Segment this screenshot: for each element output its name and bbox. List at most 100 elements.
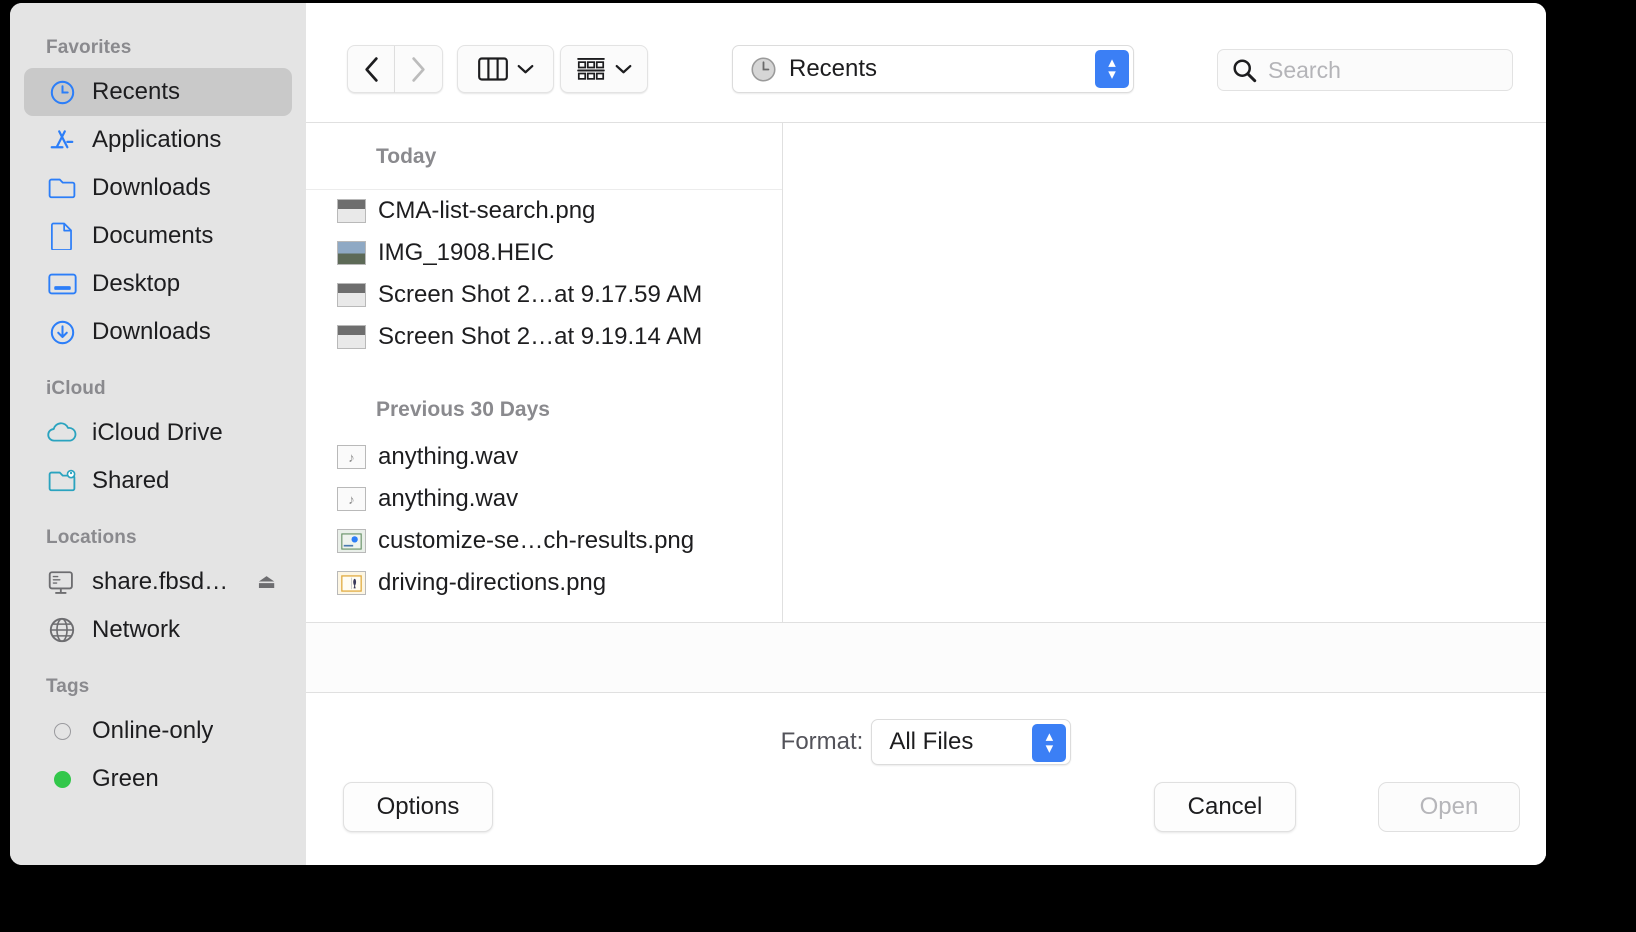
audio-file-icon: ♪ bbox=[337, 445, 366, 469]
sidebar-item-downloads-folder[interactable]: Downloads bbox=[24, 164, 292, 212]
cloud-icon bbox=[46, 418, 78, 448]
sidebar-group-title: Tags bbox=[46, 676, 90, 697]
image-thumbnail-icon bbox=[337, 571, 366, 595]
clock-icon bbox=[46, 77, 78, 107]
preview-column bbox=[783, 123, 1546, 622]
sidebar-item-label: Downloads bbox=[92, 174, 211, 201]
list-item[interactable]: IMG_1908.HEIC bbox=[306, 232, 782, 274]
open-button[interactable]: Open bbox=[1378, 782, 1520, 832]
file-name: Screen Shot 2…at 9.19.14 AM bbox=[378, 323, 703, 350]
path-popup-button[interactable]: Recents ▴ ▾ bbox=[732, 45, 1134, 93]
column-view-icon bbox=[477, 56, 508, 82]
status-bar bbox=[306, 623, 1546, 693]
file-browser: Today CMA-list-search.png IMG_1908.HEIC … bbox=[306, 123, 1546, 623]
format-stepper[interactable]: ▴ ▾ bbox=[1032, 724, 1067, 762]
view-mode-button[interactable] bbox=[457, 45, 554, 93]
sidebar-item-label: Green bbox=[92, 765, 159, 792]
tag-dot-green-icon bbox=[46, 764, 78, 794]
section-header-today: Today bbox=[306, 123, 782, 190]
server-icon bbox=[46, 567, 78, 597]
sidebar-item-label: Documents bbox=[92, 222, 214, 249]
sidebar-item-icloud-drive[interactable]: iCloud Drive bbox=[24, 409, 292, 457]
sidebar-item-label: Desktop bbox=[92, 270, 181, 297]
file-name: Screen Shot 2…at 9.17.59 AM bbox=[378, 281, 703, 308]
sidebar-item-label: Downloads bbox=[92, 318, 211, 345]
search-icon bbox=[1232, 58, 1257, 83]
clock-icon bbox=[750, 56, 777, 83]
list-item[interactable]: Screen Shot 2…at 9.19.14 AM bbox=[306, 316, 782, 358]
sidebar-item-share-fbsd[interactable]: share.fbsd… ⏏ bbox=[24, 558, 292, 606]
search-field[interactable]: Search bbox=[1217, 49, 1513, 91]
image-thumbnail-icon bbox=[337, 529, 366, 553]
dialog-footer: Format: All Files ▴ ▾ Options Cancel Ope… bbox=[306, 693, 1546, 864]
list-item[interactable]: Screen Shot 2…at 9.17.59 AM bbox=[306, 274, 782, 316]
cancel-button[interactable]: Cancel bbox=[1154, 782, 1296, 832]
file-name: driving-directions.png bbox=[378, 569, 607, 596]
format-row: Format: All Files ▴ ▾ bbox=[306, 693, 1546, 765]
sidebar-item-downloads[interactable]: Downloads bbox=[24, 308, 292, 356]
search-placeholder: Search bbox=[1268, 56, 1341, 83]
group-by-icon bbox=[576, 56, 606, 82]
download-icon bbox=[46, 317, 78, 347]
sidebar-item-label: Applications bbox=[92, 126, 222, 153]
chevron-left-icon bbox=[363, 56, 380, 83]
network-icon bbox=[46, 615, 78, 645]
list-item[interactable]: driving-directions.png bbox=[306, 562, 782, 604]
list-item[interactable]: ♪ anything.wav bbox=[306, 478, 782, 520]
screenshot-thumbnail-icon bbox=[337, 199, 366, 223]
file-name: anything.wav bbox=[378, 485, 519, 512]
sidebar-item-label: share.fbsd… bbox=[92, 568, 229, 595]
screenshot-thumbnail-icon bbox=[337, 283, 366, 307]
path-stepper[interactable]: ▴ ▾ bbox=[1095, 50, 1129, 88]
sidebar-group-title: Locations bbox=[46, 527, 137, 548]
screen: Favorites Recents Applications Downloads… bbox=[0, 0, 1636, 932]
sidebar-item-label: Shared bbox=[92, 467, 170, 494]
folder-icon bbox=[46, 173, 78, 203]
sidebar-item-tag-green[interactable]: Green bbox=[24, 755, 292, 803]
sidebar-group-tags: Tags Online-only Green bbox=[10, 676, 306, 803]
document-icon bbox=[46, 221, 78, 251]
sidebar-item-label: Recents bbox=[92, 78, 181, 105]
section-header-previous-30-days: Previous 30 Days bbox=[376, 398, 550, 421]
sidebar-group-title: iCloud bbox=[46, 378, 106, 399]
chevron-right-icon bbox=[410, 56, 427, 83]
sidebar-group-favorites: Favorites Recents Applications Downloads… bbox=[10, 37, 306, 356]
list-item[interactable]: customize-se…ch-results.png bbox=[306, 520, 782, 562]
sidebar-item-tag-online-only[interactable]: Online-only bbox=[24, 707, 292, 755]
stepper-down-arrow: ▾ bbox=[1045, 740, 1054, 757]
sidebar-item-desktop[interactable]: Desktop bbox=[24, 260, 292, 308]
photo-thumbnail-icon bbox=[337, 241, 366, 265]
options-button[interactable]: Options bbox=[343, 782, 493, 832]
forward-button[interactable] bbox=[395, 45, 443, 93]
sidebar-item-network[interactable]: Network bbox=[24, 606, 292, 654]
main-pane: Recents ▴ ▾ Search Today CMA-list-search… bbox=[306, 3, 1546, 865]
sidebar-item-documents[interactable]: Documents bbox=[24, 212, 292, 260]
chevron-down-icon bbox=[517, 64, 534, 75]
eject-icon[interactable]: ⏏ bbox=[257, 572, 276, 592]
file-name: CMA-list-search.png bbox=[378, 197, 596, 224]
sidebar-group-icloud: iCloud iCloud Drive Shared bbox=[10, 378, 306, 505]
sidebar-item-label: iCloud Drive bbox=[92, 419, 223, 446]
chevron-down-icon bbox=[615, 64, 632, 75]
screenshot-thumbnail-icon bbox=[337, 325, 366, 349]
sidebar-item-applications[interactable]: Applications bbox=[24, 116, 292, 164]
file-list-column[interactable]: Today CMA-list-search.png IMG_1908.HEIC … bbox=[306, 123, 783, 622]
applications-icon bbox=[46, 125, 78, 155]
list-item[interactable]: CMA-list-search.png bbox=[306, 190, 782, 232]
sidebar-item-shared[interactable]: Shared bbox=[24, 457, 292, 505]
format-popup-button[interactable]: All Files ▴ ▾ bbox=[871, 719, 1072, 765]
format-label: Format: bbox=[780, 728, 864, 755]
group-by-button[interactable] bbox=[560, 45, 648, 93]
sidebar: Favorites Recents Applications Downloads… bbox=[10, 3, 306, 865]
back-button[interactable] bbox=[347, 45, 395, 93]
shared-folder-icon bbox=[46, 466, 78, 496]
path-popup-label: Recents bbox=[789, 55, 878, 82]
sidebar-item-label: Online-only bbox=[92, 717, 214, 744]
list-item[interactable]: ♪ anything.wav bbox=[306, 436, 782, 478]
desktop-icon bbox=[46, 269, 78, 299]
sidebar-group-locations: Locations share.fbsd… ⏏ Network bbox=[10, 527, 306, 654]
audio-file-icon: ♪ bbox=[337, 487, 366, 511]
sidebar-item-recents[interactable]: Recents bbox=[24, 68, 292, 116]
stepper-down-arrow: ▾ bbox=[1108, 66, 1116, 83]
tag-dot-icon bbox=[46, 716, 78, 746]
